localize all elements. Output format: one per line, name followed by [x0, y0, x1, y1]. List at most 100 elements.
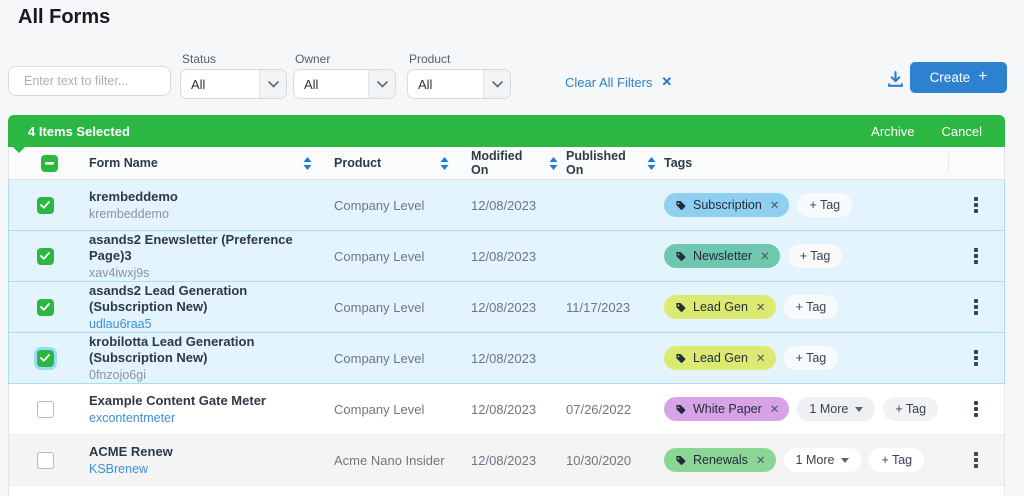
add-tag-button[interactable]: + Tag — [784, 346, 839, 370]
product-filter-label: Product — [409, 52, 511, 66]
table-row[interactable]: asands2 Lead Generation (Subscription Ne… — [8, 282, 1005, 333]
remove-tag-icon[interactable]: ✕ — [756, 453, 766, 467]
col-header-published-on: Published On — [566, 149, 640, 177]
sort-published-on-icon[interactable] — [647, 157, 656, 170]
tag-icon — [674, 301, 687, 314]
row-checkbox[interactable] — [37, 452, 54, 469]
tag-label: Renewals — [693, 453, 748, 467]
search-input[interactable] — [24, 74, 185, 88]
remove-tag-icon[interactable]: ✕ — [756, 351, 766, 365]
row-checkbox[interactable] — [37, 350, 54, 367]
create-button[interactable]: Create + — [910, 62, 1007, 93]
form-name[interactable]: krembeddemo — [89, 189, 326, 205]
modified-on-cell: 12/08/2023 — [463, 453, 558, 468]
form-id: 0fnzojo6gi — [89, 367, 326, 383]
owner-filter-label: Owner — [295, 52, 396, 66]
modified-on-cell: 12/08/2023 — [463, 198, 558, 213]
tag-icon — [674, 454, 687, 467]
owner-select[interactable]: All — [293, 69, 396, 99]
modified-on-cell: 12/08/2023 — [463, 249, 558, 264]
form-name[interactable]: krobilotta Lead Generation (Subscription… — [89, 334, 326, 366]
product-cell: Company Level — [326, 351, 463, 366]
kebab-menu-icon[interactable] — [966, 295, 986, 319]
kebab-menu-icon[interactable] — [966, 448, 986, 472]
kebab-menu-icon[interactable] — [966, 397, 986, 421]
table-row[interactable]: ACME Renew KSBrenew Acme Nano Insider 12… — [8, 435, 1005, 486]
more-tags-button[interactable]: 1 More — [797, 397, 875, 421]
add-tag-button[interactable]: + Tag — [797, 193, 852, 217]
kebab-menu-icon[interactable] — [966, 244, 986, 268]
chevron-down-icon — [259, 70, 286, 98]
form-id-link[interactable]: excontentmeter — [89, 410, 326, 426]
clear-filters-x-icon[interactable]: ✕ — [661, 74, 672, 90]
add-tag-button[interactable]: + Tag — [788, 244, 843, 268]
tag-icon — [674, 403, 687, 416]
add-tag-button[interactable]: + Tag — [869, 448, 924, 472]
table-row[interactable]: Example Content Gate Meter excontentmete… — [8, 384, 1005, 435]
form-name[interactable]: ACME Renew — [89, 444, 326, 460]
tag-icon — [674, 250, 687, 263]
product-cell: Company Level — [326, 249, 463, 264]
product-select-value: All — [418, 77, 432, 92]
kebab-menu-icon[interactable] — [966, 346, 986, 370]
add-tag-label: + Tag — [796, 351, 827, 365]
table-row[interactable]: krobilotta Lead Generation (Subscription… — [8, 333, 1005, 384]
sort-modified-on-icon[interactable] — [549, 157, 558, 170]
form-id: xav4iwxj9s — [89, 265, 326, 281]
form-name[interactable]: Example Content Gate Meter — [89, 393, 326, 409]
more-tags-label: 1 More — [809, 402, 848, 416]
table-row[interactable]: krembeddemo krembeddemo Company Level 12… — [8, 180, 1005, 231]
remove-tag-icon[interactable]: ✕ — [760, 249, 770, 263]
plus-icon: + — [978, 68, 987, 86]
row-checkbox[interactable] — [37, 248, 54, 265]
form-id-link[interactable]: KSBrenew — [89, 461, 326, 477]
archive-button[interactable]: Archive — [871, 124, 914, 139]
clear-all-filters-label: Clear All Filters — [565, 75, 652, 90]
row-checkbox[interactable] — [37, 197, 54, 214]
form-id-link[interactable]: udlau6raa5 — [89, 316, 326, 332]
product-cell: Company Level — [326, 402, 463, 417]
tag-label: Newsletter — [693, 249, 752, 263]
product-cell: Company Level — [326, 300, 463, 315]
add-tag-label: + Tag — [881, 453, 912, 467]
more-tags-button[interactable]: 1 More — [784, 448, 862, 472]
select-all-checkbox[interactable] — [41, 155, 58, 172]
download-icon — [886, 70, 905, 89]
status-filter: Status All — [180, 52, 287, 99]
remove-tag-icon[interactable]: ✕ — [756, 300, 766, 314]
add-tag-label: + Tag — [800, 249, 831, 263]
add-tag-button[interactable]: + Tag — [883, 397, 938, 421]
caret-down-icon — [855, 407, 863, 412]
tag-icon — [674, 199, 687, 212]
form-id: krembeddemo — [89, 206, 326, 222]
status-select[interactable]: All — [180, 69, 287, 99]
forms-table: Form Name Product Modified On Published … — [8, 147, 1005, 496]
modified-on-cell: 12/08/2023 — [463, 300, 558, 315]
selection-bar: 4 Items Selected Archive Cancel — [8, 115, 1005, 147]
product-filter: Product All — [407, 52, 511, 99]
tag-label: White Paper — [693, 402, 762, 416]
add-tag-button[interactable]: + Tag — [784, 295, 839, 319]
kebab-menu-icon[interactable] — [966, 193, 986, 217]
export-download-button[interactable] — [882, 66, 908, 92]
add-tag-label: + Tag — [796, 300, 827, 314]
table-row[interactable]: asands2 Enewsletter (Preference Page)3 x… — [8, 231, 1005, 282]
product-select[interactable]: All — [407, 69, 511, 99]
filter-search — [8, 66, 171, 96]
remove-tag-icon[interactable]: ✕ — [770, 198, 780, 212]
table-row-partial — [8, 486, 1005, 496]
modified-on-cell: 12/08/2023 — [463, 351, 558, 366]
row-checkbox[interactable] — [37, 299, 54, 316]
status-filter-label: Status — [182, 52, 287, 66]
cancel-button[interactable]: Cancel — [942, 124, 982, 139]
tag-pill: Newsletter ✕ — [664, 244, 780, 268]
selection-count: 4 Items Selected — [28, 124, 130, 139]
sort-form-name-icon[interactable] — [303, 157, 312, 170]
form-name[interactable]: asands2 Lead Generation (Subscription Ne… — [89, 283, 326, 315]
form-name[interactable]: asands2 Enewsletter (Preference Page)3 — [89, 232, 326, 264]
sort-product-icon[interactable] — [440, 157, 449, 170]
page-title: All Forms — [18, 6, 110, 29]
remove-tag-icon[interactable]: ✕ — [770, 402, 780, 416]
row-checkbox[interactable] — [37, 401, 54, 418]
clear-all-filters-button[interactable]: Clear All Filters ✕ — [565, 74, 672, 90]
